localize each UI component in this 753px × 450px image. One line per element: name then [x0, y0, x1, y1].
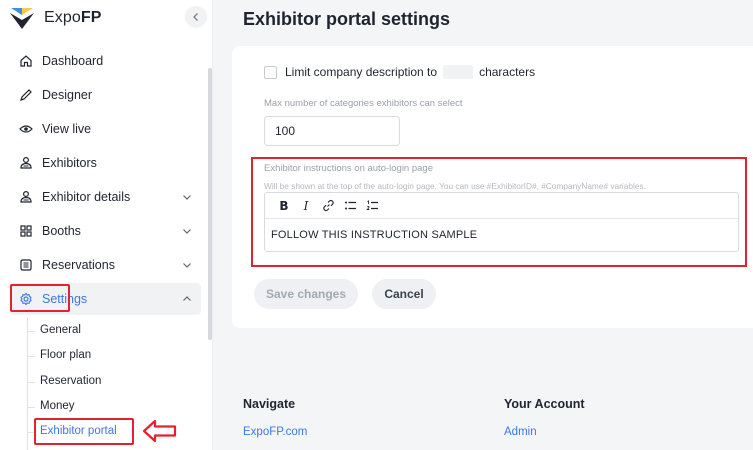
sidebar-item-label: Exhibitors	[42, 156, 97, 170]
users-icon	[18, 190, 33, 205]
bullet-list-button[interactable]	[339, 196, 361, 216]
sidebar: ExpoFP Dashboard Designer View live Exhi…	[0, 0, 213, 450]
sidebar-item-view-live[interactable]: View live	[10, 113, 201, 145]
expofp-logo-icon	[10, 8, 34, 29]
bold-button[interactable]: B	[273, 196, 295, 216]
chevron-left-icon	[193, 13, 198, 21]
sidebar-item-exhibitor-details[interactable]: Exhibitor details	[10, 181, 201, 213]
editor-toolbar: B I	[265, 193, 738, 219]
instructions-editor: B I FOLLOW THIS INSTRUCTION SAMPLE	[264, 192, 739, 252]
sidebar-item-label: Reservations	[42, 258, 115, 272]
footer-link-expofp[interactable]: ExpoFP.com	[243, 426, 307, 438]
sidebar-item-label: Booths	[42, 224, 81, 238]
submenu-tick	[27, 407, 35, 408]
chevron-down-icon	[183, 263, 191, 268]
max-categories-input[interactable]: 100	[264, 116, 400, 146]
submenu-tick	[27, 356, 35, 357]
brand-name: ExpoFP	[44, 9, 102, 26]
exhibitor-portal-highlight-frame	[34, 418, 134, 445]
footer-navigate-title: Navigate	[243, 397, 296, 411]
submenu-line	[27, 318, 28, 450]
numbered-list-icon	[365, 200, 378, 210]
footer-link-admin[interactable]: Admin	[504, 426, 537, 438]
link-icon	[322, 199, 334, 212]
page-title: Exhibitor portal settings	[243, 9, 451, 29]
chevron-down-icon	[183, 195, 191, 200]
instructions-hint: Will be shown at the top of the auto-log…	[264, 181, 646, 191]
home-icon	[18, 54, 33, 69]
sidebar-item-booths[interactable]: Booths	[10, 215, 201, 247]
chevron-down-icon	[183, 229, 191, 234]
list-icon	[18, 258, 33, 273]
footer-account-title: Your Account	[504, 397, 585, 411]
pencil-icon	[18, 88, 33, 103]
arrow-left-icon	[142, 419, 177, 443]
link-button[interactable]	[317, 196, 339, 216]
sidebar-subitem-floor-plan[interactable]: Floor plan	[40, 349, 91, 361]
submenu-tick	[27, 331, 35, 332]
italic-button[interactable]: I	[295, 196, 317, 216]
description-chars-input[interactable]	[443, 65, 474, 79]
sidebar-item-dashboard[interactable]: Dashboard	[10, 45, 201, 77]
numbered-list-button[interactable]	[361, 196, 383, 216]
collapse-sidebar-button[interactable]	[185, 6, 207, 28]
chevron-up-icon	[183, 296, 191, 301]
sidebar-item-label: Designer	[42, 88, 93, 102]
sidebar-subitem-reservation[interactable]: Reservation	[40, 375, 101, 387]
submenu-tick	[27, 382, 35, 383]
limit-description-label: Limit company description to	[285, 65, 438, 79]
sidebar-item-reservations[interactable]: Reservations	[10, 249, 201, 281]
editor-content[interactable]: FOLLOW THIS INSTRUCTION SAMPLE	[265, 219, 738, 251]
sidebar-item-exhibitors[interactable]: Exhibitors	[10, 147, 201, 179]
max-categories-label: Max number of categories exhibitors can …	[264, 98, 463, 109]
sidebar-item-label: View live	[42, 122, 92, 136]
sidebar-item-designer[interactable]: Designer	[10, 79, 201, 111]
settings-highlight-frame	[10, 284, 70, 312]
limit-description-row: Limit company description to characters	[264, 65, 535, 79]
sidebar-item-label: Exhibitor details	[42, 190, 131, 204]
brand-logo[interactable]: ExpoFP	[8, 4, 102, 32]
save-changes-button[interactable]: Save changes	[254, 279, 358, 309]
sidebar-scrollbar[interactable]	[208, 68, 212, 340]
characters-label: characters	[479, 65, 536, 79]
instructions-label: Exhibitor instructions on auto-login pag…	[264, 163, 433, 174]
bullet-list-icon	[344, 201, 356, 210]
cancel-button[interactable]: Cancel	[372, 279, 436, 309]
sidebar-item-label: Dashboard	[42, 54, 104, 68]
sidebar-subitem-general[interactable]: General	[40, 324, 81, 336]
limit-description-checkbox[interactable]	[264, 65, 277, 79]
users-icon	[18, 156, 33, 171]
eye-icon	[18, 122, 33, 137]
sidebar-subitem-money[interactable]: Money	[40, 400, 75, 412]
grid-icon	[18, 224, 33, 239]
